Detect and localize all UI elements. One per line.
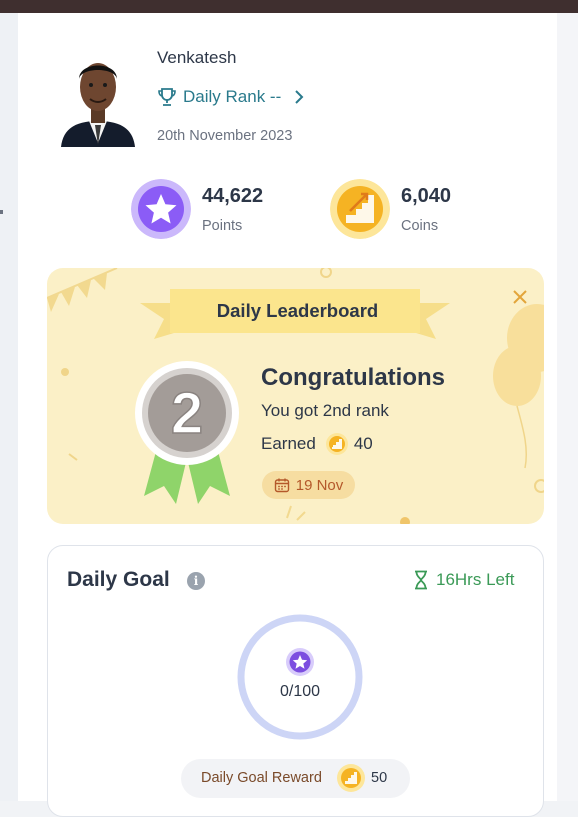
coin-icon xyxy=(330,179,390,239)
daily-goal-title: Daily Goal xyxy=(67,568,170,591)
points-label: Points xyxy=(202,218,243,234)
close-icon[interactable] xyxy=(510,287,530,307)
rank-message: You got 2nd rank xyxy=(261,401,389,420)
daily-goal-reward-value: 50 xyxy=(371,770,388,786)
time-left-indicator: 16Hrs Left xyxy=(413,570,514,590)
info-icon[interactable]: i xyxy=(187,572,205,590)
earned-label: Earned xyxy=(261,434,316,453)
daily-rank-label: Daily Rank -- xyxy=(183,87,282,106)
avatar xyxy=(61,63,135,147)
chevron-right-icon xyxy=(295,90,304,104)
star-icon xyxy=(131,179,191,239)
daily-goal-reward-label: Daily Goal Reward xyxy=(201,770,322,786)
goal-progress-value: 0/100 xyxy=(279,683,321,700)
leaderboard-date: 19 Nov xyxy=(295,476,344,494)
coin-icon xyxy=(325,433,348,455)
profile-date: 20th November 2023 xyxy=(157,128,293,144)
coins-value: 6,040 xyxy=(401,185,452,207)
daily-rank-link[interactable]: Daily Rank -- xyxy=(157,87,309,107)
calendar-icon xyxy=(274,478,289,493)
second-place-medal-icon: 2 xyxy=(135,361,239,504)
star-icon xyxy=(286,648,314,676)
time-left-text: 16Hrs Left xyxy=(436,570,515,589)
coins-label: Coins xyxy=(401,218,439,234)
leaderboard-title: Daily Leaderboard xyxy=(216,300,379,321)
trophy-icon xyxy=(158,88,176,106)
hourglass-icon xyxy=(415,570,427,590)
right-sidebar-edge xyxy=(557,13,578,801)
goal-progress-ring xyxy=(237,614,363,740)
leaderboard-date-chip: 19 Nov xyxy=(262,471,355,499)
congratulations-heading: Congratulations xyxy=(261,364,445,391)
points-value: 44,622 xyxy=(202,185,264,207)
left-edge-marker xyxy=(0,210,3,214)
earned-row: Earned 40 xyxy=(261,433,373,455)
user-name: Venkatesh xyxy=(157,48,237,67)
top-bar xyxy=(0,0,578,13)
earned-value: 40 xyxy=(353,434,373,453)
left-sidebar-edge xyxy=(0,13,18,801)
coin-icon xyxy=(337,764,365,792)
medal-rank-number: 2 xyxy=(171,381,203,446)
